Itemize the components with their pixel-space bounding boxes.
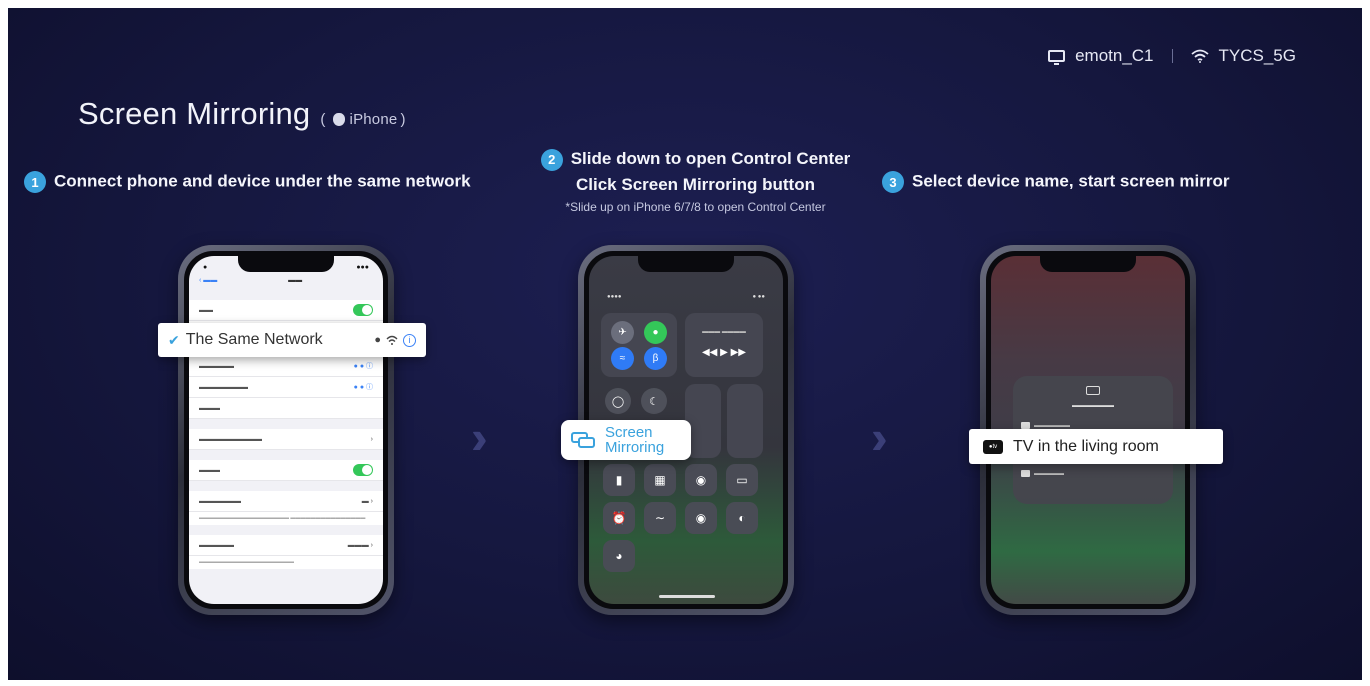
bluetooth-icon: β bbox=[644, 347, 667, 370]
check-icon: ✔ bbox=[168, 331, 180, 348]
volume-slider bbox=[727, 384, 763, 458]
wifi-settings-screen: ●●●● ‹ ▬▬▬▬ ▬▬ ▬▬▬▬ ▬▬▬▬▬● ● ⓘ ▬▬▬▬▬▬▬● … bbox=[189, 256, 383, 604]
platform-name: iPhone bbox=[349, 111, 398, 128]
device-label: TV in the living room bbox=[1013, 437, 1159, 455]
arrow-icon: ›› bbox=[871, 411, 886, 463]
home-indicator bbox=[659, 595, 715, 598]
connectivity-tile: ✈ ● ≈ β bbox=[601, 313, 677, 377]
wifi-icon bbox=[386, 335, 398, 345]
calculator-icon: ▦ bbox=[644, 464, 676, 496]
now-playing-tile: ▬▬▬ ▬▬▬▬ ◀◀ ▶ ▶▶ bbox=[685, 313, 763, 377]
network-name: TYCS_5G bbox=[1218, 46, 1296, 65]
step-3: 3 Select device name, start screen mirror bbox=[882, 171, 1230, 193]
step-1-text: Connect phone and device under the same … bbox=[54, 171, 471, 191]
step-2-line2: Click Screen Mirroring button bbox=[576, 175, 815, 194]
mirroring-icon bbox=[1086, 386, 1100, 395]
step-2: 2 Slide down to open Control Center Click… bbox=[508, 146, 883, 216]
same-network-label: The Same Network bbox=[185, 331, 323, 348]
flashlight-icon: ▮ bbox=[603, 464, 635, 496]
status-divider bbox=[1171, 49, 1173, 63]
tv-icon bbox=[1048, 50, 1066, 65]
alarm-icon: ⏰ bbox=[603, 502, 635, 534]
lock-rotation-icon: ◯ bbox=[605, 388, 631, 414]
screen-mirroring-callout: Screen Mirroring bbox=[561, 420, 691, 460]
arrow-icon: ›› bbox=[471, 411, 486, 463]
same-network-callout: ✔ The Same Network ● i bbox=[158, 323, 426, 357]
device-callout: ●tv TV in the living room bbox=[969, 429, 1223, 464]
open-paren: ( bbox=[320, 111, 326, 128]
step-1-number: 1 bbox=[24, 171, 46, 193]
cellular-icon: ● bbox=[644, 321, 667, 344]
phone-wifi-settings: ●●●● ‹ ▬▬▬▬ ▬▬ ▬▬▬▬ ▬▬▬▬▬● ● ⓘ ▬▬▬▬▬▬▬● … bbox=[178, 245, 394, 615]
wifi-icon: ≈ bbox=[611, 347, 634, 370]
step-3-number: 3 bbox=[882, 171, 904, 193]
device-indicator: emotn_C1 bbox=[1048, 46, 1154, 66]
wifi-icon bbox=[1190, 49, 1209, 63]
close-paren: ) bbox=[400, 111, 406, 128]
airplane-icon: ✈ bbox=[611, 321, 634, 344]
tv-icon bbox=[1021, 422, 1030, 429]
record-icon: ◉ bbox=[685, 502, 717, 534]
screen-mirroring-label-line1: Screen bbox=[605, 424, 653, 441]
accessibility-icon: ◐ bbox=[726, 502, 758, 534]
lock-icon: ● bbox=[374, 334, 381, 346]
step-3-text: Select device name, start screen mirror bbox=[912, 171, 1230, 191]
apple-icon bbox=[332, 113, 345, 126]
toggle-icon bbox=[353, 304, 373, 316]
moon-icon: ☾ bbox=[641, 388, 667, 414]
page-title-text: Screen Mirroring bbox=[78, 96, 311, 131]
screen-mirroring-icon bbox=[571, 432, 597, 448]
shazam-icon: ◕ bbox=[603, 540, 635, 572]
play-icon: ◀◀ ▶ ▶▶ bbox=[701, 347, 746, 358]
battery-icon: ▭ bbox=[726, 464, 758, 496]
voice-memo-icon: ∼ bbox=[644, 502, 676, 534]
step-1: 1 Connect phone and device under the same… bbox=[24, 171, 471, 193]
step-2-number: 2 bbox=[540, 148, 563, 171]
status-bar: emotn_C1 TYCS_5G bbox=[1048, 46, 1296, 66]
screen-mirroring-label-line2: Mirroring bbox=[605, 439, 665, 456]
device-name: emotn_C1 bbox=[1075, 46, 1154, 65]
platform-label: ( iPhone ) bbox=[320, 111, 405, 128]
info-icon: i bbox=[403, 333, 416, 347]
step-2-note: *Slide up on iPhone 6/7/8 to open Contro… bbox=[565, 200, 826, 214]
camera-icon: ◉ bbox=[685, 464, 717, 496]
tv-icon bbox=[1021, 470, 1030, 477]
step-2-line1: Slide down to open Control Center bbox=[570, 149, 851, 168]
toggle-icon bbox=[353, 464, 373, 476]
apple-tv-icon: ●tv bbox=[983, 439, 1003, 454]
page-title: Screen Mirroring ( iPhone ) bbox=[78, 96, 406, 132]
tv-screen: emotn_C1 TYCS_5G Screen Mirroring ( iPho… bbox=[8, 8, 1362, 680]
network-indicator: TYCS_5G bbox=[1190, 46, 1296, 66]
